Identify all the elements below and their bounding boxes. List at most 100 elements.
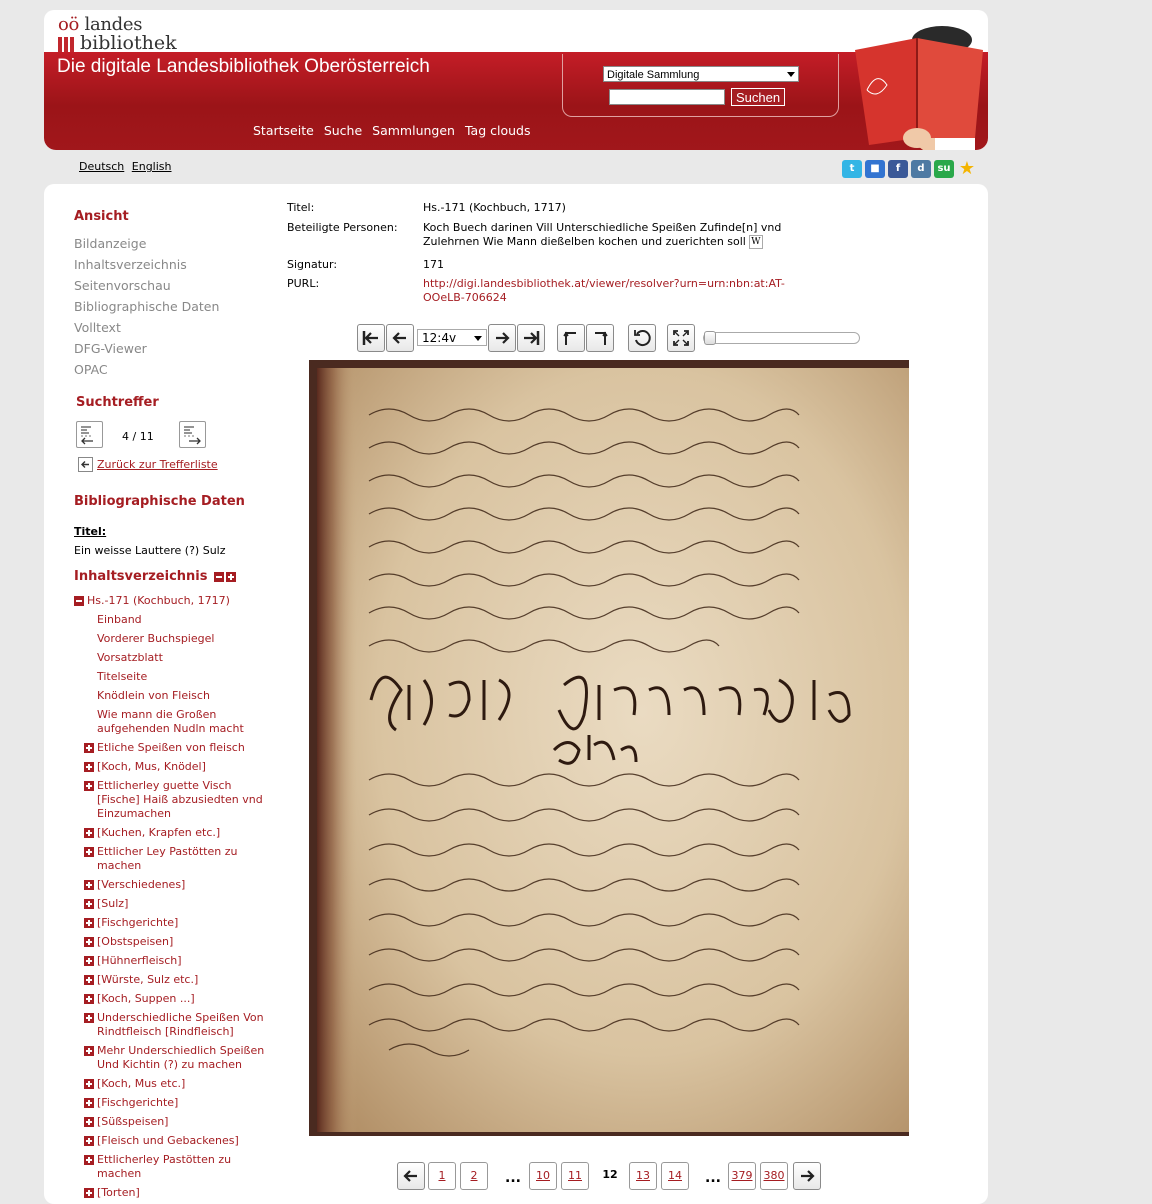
- toc-item[interactable]: Ettlicherley guette Visch [Fische] Haiß …: [84, 779, 272, 821]
- previous-page-button[interactable]: [386, 324, 414, 352]
- search-input[interactable]: [609, 89, 725, 105]
- pagination-previous-button[interactable]: [397, 1162, 425, 1190]
- toc-item[interactable]: [Verschiedenes]: [84, 878, 272, 892]
- pagination-page-13[interactable]: 13: [629, 1162, 657, 1190]
- toc-item[interactable]: [Koch, Mus, Knödel]: [84, 760, 272, 774]
- nav-suche[interactable]: Suche: [324, 123, 362, 138]
- toc-item[interactable]: Ettlicher Ley Pastötten zu machen: [84, 845, 272, 873]
- expand-icon[interactable]: [84, 956, 94, 966]
- toc-item[interactable]: Vorsatzblatt: [97, 651, 272, 665]
- expand-icon[interactable]: [84, 1155, 94, 1165]
- purl-line2[interactable]: OOeLB-706624: [423, 291, 507, 304]
- pagination-page-379[interactable]: 379: [728, 1162, 756, 1190]
- toc-item[interactable]: Einband: [97, 613, 272, 627]
- back-to-results[interactable]: Zurück zur Trefferliste: [78, 457, 218, 472]
- toc-item[interactable]: [Sulz]: [84, 897, 272, 911]
- pagination-page-10[interactable]: 10: [529, 1162, 557, 1190]
- toc-item[interactable]: [Würste, Sulz etc.]: [84, 973, 272, 987]
- facebook-icon[interactable]: f: [888, 160, 908, 178]
- expand-icon[interactable]: [84, 937, 94, 947]
- collection-select[interactable]: Digitale Sammlung: [603, 66, 799, 82]
- expand-icon[interactable]: [84, 975, 94, 985]
- sidebar-link-seitenvorschau[interactable]: Seitenvorschau: [74, 278, 171, 293]
- toc-item[interactable]: Vorderer Buchspiegel: [97, 632, 272, 646]
- previous-hit-button[interactable]: [76, 421, 103, 448]
- toc-item[interactable]: [Fischgerichte]: [84, 916, 272, 930]
- search-button[interactable]: Suchen: [731, 88, 786, 106]
- toc-item[interactable]: Titelseite: [97, 670, 272, 684]
- pagination-next-button[interactable]: [793, 1162, 821, 1190]
- toc-root[interactable]: Hs.-171 (Kochbuch, 1717): [74, 594, 230, 608]
- back-to-results-link[interactable]: Zurück zur Trefferliste: [97, 458, 218, 471]
- expand-icon[interactable]: [84, 1117, 94, 1127]
- pagination-page-14[interactable]: 14: [661, 1162, 689, 1190]
- twitter-icon[interactable]: t: [842, 160, 862, 178]
- toc-item[interactable]: [Süßspeisen]: [84, 1115, 272, 1129]
- toc-item[interactable]: [Obstspeisen]: [84, 935, 272, 949]
- toc-item[interactable]: [Koch, Mus etc.]: [84, 1077, 272, 1091]
- sidebar-link-dfg-viewer[interactable]: DFG-Viewer: [74, 341, 147, 356]
- pagination-page-1[interactable]: 1: [428, 1162, 456, 1190]
- toc-item[interactable]: [Fleisch und Gebackenes]: [84, 1134, 272, 1148]
- sidebar-link-volltext[interactable]: Volltext: [74, 320, 121, 335]
- expand-icon[interactable]: [84, 994, 94, 1004]
- toc-item[interactable]: Etliche Speißen von fleisch: [84, 741, 272, 755]
- next-page-button[interactable]: [488, 324, 516, 352]
- toc-item[interactable]: Wie mann die Großen aufgehenden Nudln ma…: [97, 708, 272, 736]
- purl-line1[interactable]: http://digi.landesbibliothek.at/viewer/r…: [423, 277, 785, 290]
- stumbleupon-icon[interactable]: su: [934, 160, 954, 178]
- wikipedia-icon[interactable]: W: [748, 235, 763, 249]
- pagination-page-11[interactable]: 11: [561, 1162, 589, 1190]
- reset-rotation-button[interactable]: [628, 324, 656, 352]
- collapse-icon[interactable]: [74, 596, 84, 606]
- expand-icon[interactable]: [84, 1098, 94, 1108]
- rotate-right-button[interactable]: [586, 324, 614, 352]
- expand-icon[interactable]: [84, 847, 94, 857]
- page-select[interactable]: 12:4v: [417, 329, 487, 346]
- sidebar-link-opac[interactable]: OPAC: [74, 362, 108, 377]
- expand-icon[interactable]: [84, 1136, 94, 1146]
- toc-item[interactable]: Mehr Underschiedlich Speißen Und Kichtin…: [84, 1044, 272, 1072]
- expand-all-icon[interactable]: [226, 571, 237, 582]
- zoom-slider-handle[interactable]: [704, 331, 716, 345]
- sidebar-link-bibliographische-daten[interactable]: Bibliographische Daten: [74, 299, 219, 314]
- nav-tag-clouds[interactable]: Tag clouds: [465, 123, 531, 138]
- fullscreen-button[interactable]: [667, 324, 695, 352]
- rotate-left-button[interactable]: [557, 324, 585, 352]
- first-page-button[interactable]: [357, 324, 385, 352]
- toc-item[interactable]: [Hühnerfleisch]: [84, 954, 272, 968]
- last-page-button[interactable]: [517, 324, 545, 352]
- toc-item[interactable]: [Fischgerichte]: [84, 1096, 272, 1110]
- collapse-all-icon[interactable]: [214, 571, 225, 582]
- digg-icon[interactable]: d: [911, 160, 931, 178]
- expand-icon[interactable]: [84, 880, 94, 890]
- manuscript-page-image[interactable]: [309, 360, 909, 1136]
- library-logo[interactable]: oö landes bibliothek: [56, 14, 206, 54]
- nav-startseite[interactable]: Startseite: [253, 123, 314, 138]
- meta-purl-link[interactable]: http://digi.landesbibliothek.at/viewer/r…: [423, 277, 785, 305]
- toc-item[interactable]: [Kuchen, Krapfen etc.]: [84, 826, 272, 840]
- expand-icon[interactable]: [84, 781, 94, 791]
- expand-icon[interactable]: [84, 899, 94, 909]
- expand-icon[interactable]: [84, 743, 94, 753]
- lang-english[interactable]: English: [132, 160, 172, 173]
- toc-item[interactable]: [Torten]: [84, 1186, 272, 1200]
- next-hit-button[interactable]: [179, 421, 206, 448]
- expand-icon[interactable]: [84, 1046, 94, 1056]
- expand-icon[interactable]: [84, 1079, 94, 1089]
- pagination-page-2[interactable]: 2: [460, 1162, 488, 1190]
- toc-item[interactable]: Knödlein von Fleisch: [97, 689, 272, 703]
- sidebar-link-inhaltsverzeichnis[interactable]: Inhaltsverzeichnis: [74, 257, 187, 272]
- nav-sammlungen[interactable]: Sammlungen: [372, 123, 455, 138]
- pagination-page-380[interactable]: 380: [760, 1162, 788, 1190]
- delicious-icon[interactable]: ■: [865, 160, 885, 178]
- toc-item[interactable]: Underschiedliche Speißen Von Rindtfleisc…: [84, 1011, 272, 1039]
- expand-icon[interactable]: [84, 1188, 94, 1198]
- toc-item[interactable]: [Koch, Suppen ...]: [84, 992, 272, 1006]
- zoom-slider[interactable]: [703, 331, 860, 345]
- lang-deutsch[interactable]: Deutsch: [79, 160, 124, 173]
- expand-icon[interactable]: [84, 918, 94, 928]
- favorite-star-icon[interactable]: ★: [957, 160, 977, 178]
- toc-item[interactable]: Ettlicherley Pastötten zu machen: [84, 1153, 272, 1181]
- expand-icon[interactable]: [84, 1013, 94, 1023]
